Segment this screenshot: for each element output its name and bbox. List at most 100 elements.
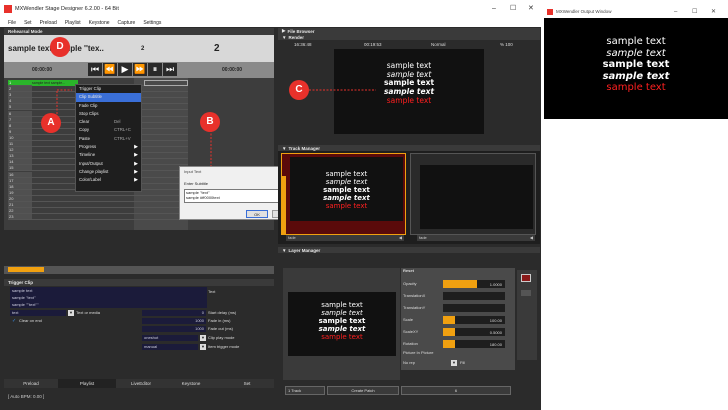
menu-preload[interactable]: Preload [40, 20, 57, 26]
reset-label[interactable]: Reset [403, 268, 414, 274]
menu-item-label: Clip Subtitle [79, 94, 102, 100]
trigger-mode-select[interactable]: manual [142, 344, 198, 350]
clear-on-end-checkbox[interactable]: ✓ [12, 319, 17, 324]
create-patch-button[interactable]: Create Patch [327, 386, 399, 395]
layer-preview: sample text sample text sample text samp… [288, 292, 396, 356]
menu-capture[interactable]: Capture [118, 20, 136, 26]
menu-item-trigger-clip[interactable]: Trigger Clip [76, 85, 141, 93]
dropdown-arrow-icon[interactable]: ▼ [451, 360, 457, 366]
sample-line: sample text [318, 317, 366, 326]
grid-cell-active[interactable]: sample text sample... [32, 80, 78, 86]
skip-end-icon[interactable]: ⏭ [163, 63, 177, 76]
tab-liveeditor[interactable]: LiveEditor [114, 379, 168, 388]
menu-keystone[interactable]: Keystone [89, 20, 110, 26]
pip-label[interactable]: Picture In Picture [403, 350, 433, 356]
maximize-icon[interactable]: ☐ [692, 6, 697, 18]
param-scale-xy[interactable]: 0.5000 [443, 328, 505, 336]
render-time-1: 16:36:48 [294, 42, 312, 47]
collapse-arrow-icon: ▼ [282, 247, 287, 253]
patch-number[interactable]: 6 [401, 386, 511, 395]
menu-item-progress[interactable]: Progress ▶ [76, 143, 141, 151]
menu-item-label: Trigger Clip [79, 86, 102, 91]
track-1-level [282, 176, 286, 234]
close-icon[interactable]: ✕ [528, 5, 534, 13]
menu-item-clear[interactable]: Clear Del [76, 118, 141, 126]
layer-side-button[interactable] [521, 290, 531, 296]
param-rotation[interactable]: 180.00 [443, 340, 505, 348]
menu-item-stop-clips[interactable]: Stop Clips [76, 110, 141, 118]
fill-label[interactable]: Fill [460, 360, 465, 366]
tab-preload[interactable]: Preload [4, 379, 58, 388]
row-number: 12 [8, 147, 32, 153]
menu-playlist[interactable]: Playlist [65, 20, 81, 26]
param-opacity[interactable]: 1.0000 [443, 280, 505, 288]
start-delay-field[interactable]: 0 [142, 310, 206, 316]
param-label: Rotation [403, 341, 418, 346]
menu-item-color-label[interactable]: Color/Label ▶ [76, 176, 141, 184]
minimize-icon[interactable]: – [492, 5, 496, 13]
file-browser-label: File Browser [287, 28, 315, 34]
grid-row[interactable]: 23 [8, 214, 188, 221]
norep-label[interactable]: No rep [403, 360, 415, 366]
param-scale[interactable]: 100.00 [443, 316, 505, 324]
track-button[interactable]: 1 Track [285, 386, 325, 395]
fade-out-field[interactable]: 1000 [142, 326, 206, 332]
text-or-media-label: Text or media [76, 310, 101, 315]
output-window: MXWendler Output Window – ☐ ✕ sample tex… [544, 6, 728, 119]
close-icon[interactable]: ✕ [711, 6, 716, 18]
trigger-line: sample text [12, 288, 33, 293]
menu-item-input-output[interactable]: Input/Output ▶ [76, 160, 141, 168]
sample-line: sample text [602, 59, 670, 70]
track-2-fade-bar[interactable]: fade ◀ [417, 235, 535, 241]
play-icon[interactable]: ▶ [118, 63, 132, 76]
skip-start-icon[interactable]: ⏮ [88, 63, 102, 76]
menu-item-copy[interactable]: Copy CTRL+C [76, 126, 141, 134]
step-back-icon[interactable]: ⏪ [103, 63, 117, 76]
track-2-preview [420, 165, 533, 229]
tab-playlist[interactable]: Playlist [58, 379, 116, 388]
render-mode: Normal [431, 42, 446, 47]
dropdown-arrow-icon[interactable]: ▼ [200, 344, 206, 350]
ok-button[interactable]: OK [246, 210, 268, 218]
menu-item-change-playlist[interactable]: Change playlist ▶ [76, 168, 141, 176]
menu-file[interactable]: File [8, 20, 16, 26]
text-field[interactable]: text [10, 310, 66, 316]
dropdown-arrow-icon[interactable]: ▼ [68, 310, 74, 316]
status-bar: [ Auto BPM: 0.00 ] [8, 394, 45, 399]
play-mode-select[interactable]: oneshot [142, 335, 198, 341]
sample-line: sample text [606, 82, 666, 93]
param-label: Opacity [403, 281, 417, 286]
layer-side-button[interactable] [521, 274, 531, 282]
tab-set[interactable]: Set [220, 379, 274, 388]
maximize-icon[interactable]: ☐ [510, 5, 516, 13]
fade-out-label: Fade out (ms) [208, 326, 233, 331]
rehearsal-header: Rehearsal Mode [4, 28, 274, 35]
param-translation-y[interactable] [443, 304, 505, 312]
render-text-block: sample text sample text sample text samp… [334, 61, 484, 105]
row-number: 21 [8, 202, 32, 208]
fade-label: fade [288, 235, 296, 240]
menu-set[interactable]: Set [24, 20, 32, 26]
menu-settings[interactable]: Settings [143, 20, 161, 26]
grid-cell[interactable] [144, 80, 188, 86]
track-1-fade-bar[interactable]: fade ◀ [286, 235, 404, 241]
menu-item-label: Fade Clip [79, 102, 98, 108]
pause-icon[interactable]: ⏸ [148, 63, 162, 76]
param-fill [443, 340, 456, 348]
fast-forward-icon[interactable]: ⏩ [133, 63, 147, 76]
submenu-arrow-icon: ▶ [134, 160, 138, 167]
minimize-icon[interactable]: – [674, 6, 677, 18]
param-fill [443, 316, 456, 324]
menu-item-label: Paste [79, 135, 90, 141]
menu-item-paste[interactable]: Paste CTRL+V [76, 135, 141, 143]
row-number: 7 [8, 116, 32, 122]
fade-in-field[interactable]: 1000 [142, 318, 206, 324]
trigger-text-area[interactable]: sample text sample ''text'' sample ''''t… [10, 287, 207, 308]
menu-item-fade-clip[interactable]: Fade Clip [76, 102, 141, 110]
menu-item-clip-subtitle[interactable]: Clip Subtitle [76, 93, 141, 102]
tab-keystone[interactable]: Keystone [164, 379, 218, 388]
param-translation-x[interactable] [443, 292, 505, 300]
dropdown-arrow-icon[interactable]: ▼ [200, 335, 206, 341]
shortcut-label: Del [114, 119, 121, 125]
menu-item-timeline[interactable]: Timeline ▶ [76, 151, 141, 159]
